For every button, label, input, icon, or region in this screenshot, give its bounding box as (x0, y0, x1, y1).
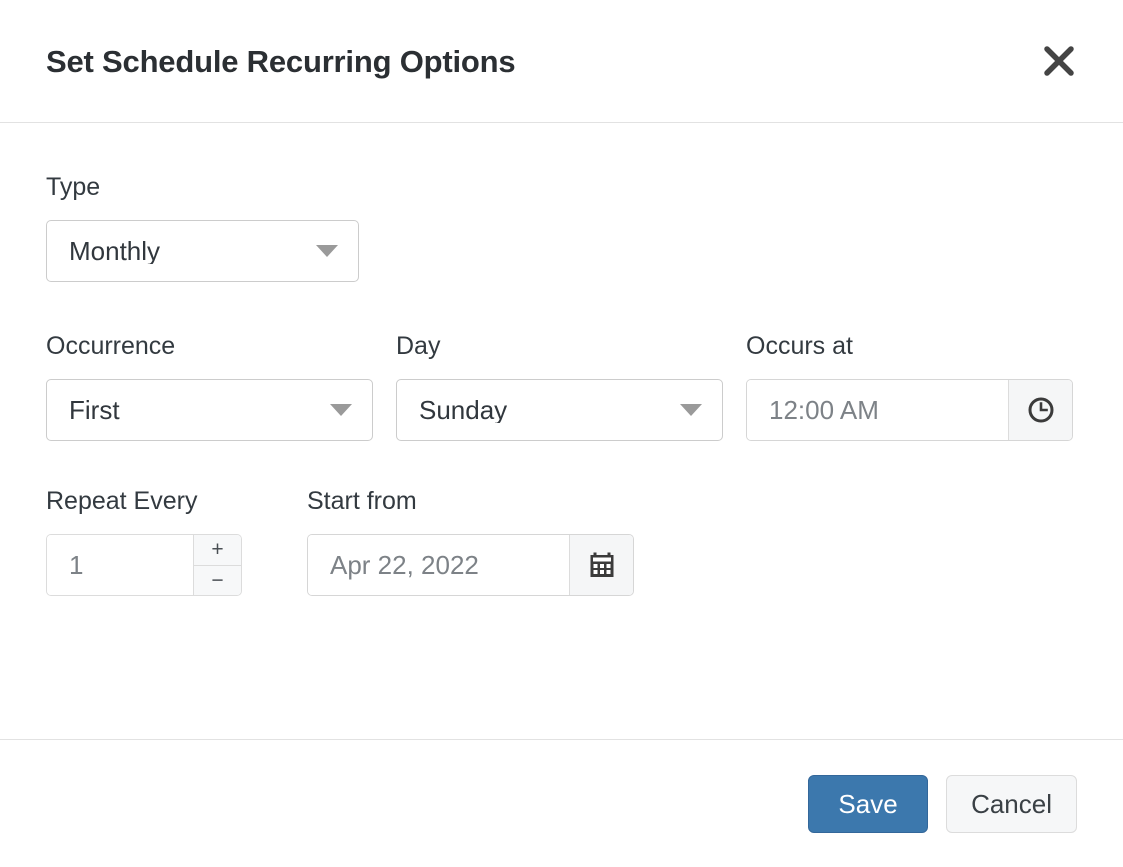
day-label: Day (396, 332, 441, 360)
dialog-footer: Save Cancel (0, 739, 1123, 867)
save-button[interactable]: Save (808, 774, 929, 833)
increment-button[interactable]: + (194, 535, 241, 565)
repeat-every-field: Repeat Every + − (46, 489, 242, 596)
occurrence-label: Occurrence (46, 332, 176, 360)
start-from-label: Start from (307, 487, 417, 515)
type-select-value: Monthly (69, 238, 161, 264)
recurring-options-dialog: Set Schedule Recurring Options Type Mont… (0, 0, 1123, 867)
cancel-button[interactable]: Cancel (946, 774, 1077, 833)
dialog-body: Type Monthly Occurrence First Day Sunday (0, 123, 1123, 739)
clock-icon (1027, 396, 1055, 424)
repeat-every-stepper: + − (46, 534, 242, 596)
stepper-buttons: + − (193, 535, 241, 595)
occurs-at-input[interactable] (747, 380, 1008, 440)
type-row: Type Monthly (46, 175, 1077, 282)
chevron-down-icon (330, 404, 352, 416)
dialog-header: Set Schedule Recurring Options (0, 0, 1123, 123)
type-label: Type (46, 173, 101, 201)
date-picker-button[interactable] (569, 535, 633, 595)
day-field: Day Sunday (396, 334, 723, 441)
chevron-down-icon (316, 245, 338, 257)
repeat-every-input[interactable] (47, 535, 193, 595)
day-select[interactable]: Sunday (396, 379, 723, 441)
occurrence-field: Occurrence First (46, 334, 373, 441)
start-from-input-group (307, 534, 634, 596)
decrement-button[interactable]: − (194, 564, 241, 595)
occurrence-select[interactable]: First (46, 379, 373, 441)
chevron-down-icon (680, 404, 702, 416)
occurs-at-field: Occurs at (746, 334, 1073, 441)
repeat-row: Repeat Every + − Start from (46, 489, 1077, 596)
start-from-field: Start from (307, 489, 634, 596)
occurs-at-label: Occurs at (746, 332, 853, 360)
day-select-value: Sunday (419, 397, 508, 423)
calendar-icon (588, 551, 616, 579)
occurs-at-input-group (746, 379, 1073, 441)
occurrence-row: Occurrence First Day Sunday Occurs at (46, 334, 1077, 441)
occurrence-select-value: First (69, 397, 120, 423)
type-select[interactable]: Monthly (46, 220, 359, 282)
clock-picker-button[interactable] (1008, 380, 1072, 440)
close-icon (1042, 44, 1076, 78)
start-from-input[interactable] (308, 535, 569, 595)
type-field: Type Monthly (46, 175, 359, 282)
close-button[interactable] (1033, 35, 1085, 87)
repeat-every-label: Repeat Every (46, 487, 198, 515)
dialog-title: Set Schedule Recurring Options (46, 43, 516, 79)
